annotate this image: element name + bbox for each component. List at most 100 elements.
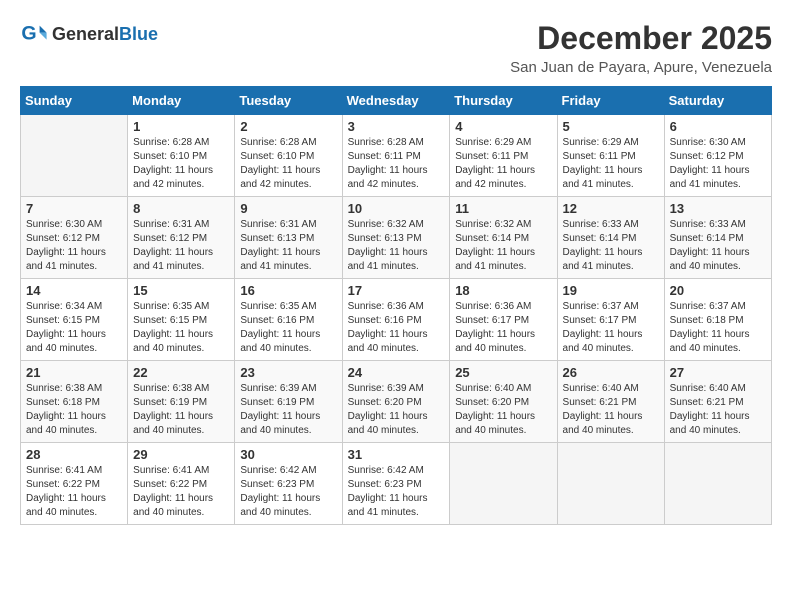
day-number: 11 [455,201,551,216]
calendar-cell [450,443,557,525]
day-number: 6 [670,119,766,134]
logo-icon: G [20,20,48,48]
calendar-cell: 29Sunrise: 6:41 AM Sunset: 6:22 PM Dayli… [128,443,235,525]
day-info: Sunrise: 6:29 AM Sunset: 6:11 PM Dayligh… [563,136,659,192]
calendar-week-row: 21Sunrise: 6:38 AM Sunset: 6:18 PM Dayli… [21,361,772,443]
location-title: San Juan de Payara, Apure, Venezuela [510,59,772,76]
calendar-cell [664,443,771,525]
calendar-week-row: 14 Sunrise: 6:34 AM Sunset: 6:15 PM Dayli… [21,279,772,361]
logo: G GeneralBlue [20,20,158,48]
page-header: G GeneralBlue December 2025 San Juan de … [20,20,772,76]
calendar-cell: 15 Sunrise: 6:35 AM Sunset: 6:15 PM Dayli… [128,279,235,361]
day-number: 26 [563,365,659,380]
calendar-cell: 31Sunrise: 6:42 AM Sunset: 6:23 PM Dayli… [342,443,450,525]
calendar-cell: 22 Sunrise: 6:38 AM Sunset: 6:19 PM Dayli… [128,361,235,443]
day-info: Sunrise: 6:28 AM Sunset: 6:10 PM Dayligh… [133,136,229,192]
calendar-cell: 16 Sunrise: 6:35 AM Sunset: 6:16 PM Dayli… [235,279,342,361]
day-info: Sunrise: 6:34 AM Sunset: 6:15 PM Dayligh… [26,300,122,356]
day-number: 27 [670,365,766,380]
day-info: Sunrise: 6:28 AM Sunset: 6:11 PM Dayligh… [348,136,445,192]
calendar-cell: 17 Sunrise: 6:36 AM Sunset: 6:16 PM Dayli… [342,279,450,361]
calendar-week-row: 7Sunrise: 6:30 AM Sunset: 6:12 PM Daylig… [21,197,772,279]
weekday-header: Tuesday [235,87,342,115]
day-info: Sunrise: 6:35 AM Sunset: 6:16 PM Dayligh… [240,300,336,356]
day-number: 4 [455,119,551,134]
calendar-cell: 24 Sunrise: 6:39 AM Sunset: 6:20 PM Dayli… [342,361,450,443]
calendar-header-row: SundayMondayTuesdayWednesdayThursdayFrid… [21,87,772,115]
day-number: 19 [563,283,659,298]
day-info: Sunrise: 6:38 AM Sunset: 6:19 PM Dayligh… [133,382,229,438]
day-info: Sunrise: 6:32 AM Sunset: 6:13 PM Dayligh… [348,218,445,274]
calendar-cell: 2 Sunrise: 6:28 AM Sunset: 6:10 PM Daylig… [235,115,342,197]
day-number: 22 [133,365,229,380]
weekday-header: Sunday [21,87,128,115]
day-number: 20 [670,283,766,298]
day-info: Sunrise: 6:35 AM Sunset: 6:15 PM Dayligh… [133,300,229,356]
day-info: Sunrise: 6:36 AM Sunset: 6:16 PM Dayligh… [348,300,445,356]
calendar-cell [557,443,664,525]
day-info: Sunrise: 6:32 AM Sunset: 6:14 PM Dayligh… [455,218,551,274]
day-info: Sunrise: 6:39 AM Sunset: 6:19 PM Dayligh… [240,382,336,438]
calendar-cell: 13 Sunrise: 6:33 AM Sunset: 6:14 PM Dayli… [664,197,771,279]
day-number: 12 [563,201,659,216]
weekday-header: Monday [128,87,235,115]
calendar-cell: 8Sunrise: 6:31 AM Sunset: 6:12 PM Daylig… [128,197,235,279]
day-number: 24 [348,365,445,380]
day-info: Sunrise: 6:40 AM Sunset: 6:21 PM Dayligh… [670,382,766,438]
day-info: Sunrise: 6:33 AM Sunset: 6:14 PM Dayligh… [670,218,766,274]
calendar-cell: 3 Sunrise: 6:28 AM Sunset: 6:11 PM Daylig… [342,115,450,197]
weekday-header: Saturday [664,87,771,115]
day-info: Sunrise: 6:42 AM Sunset: 6:23 PM Dayligh… [348,464,445,520]
day-info: Sunrise: 6:42 AM Sunset: 6:23 PM Dayligh… [240,464,336,520]
calendar-cell: 21Sunrise: 6:38 AM Sunset: 6:18 PM Dayli… [21,361,128,443]
calendar-cell: 23 Sunrise: 6:39 AM Sunset: 6:19 PM Dayli… [235,361,342,443]
weekday-header: Friday [557,87,664,115]
calendar-week-row: 1Sunrise: 6:28 AM Sunset: 6:10 PM Daylig… [21,115,772,197]
day-number: 2 [240,119,336,134]
calendar-cell: 27 Sunrise: 6:40 AM Sunset: 6:21 PM Dayli… [664,361,771,443]
calendar-cell: 25Sunrise: 6:40 AM Sunset: 6:20 PM Dayli… [450,361,557,443]
weekday-header: Wednesday [342,87,450,115]
day-info: Sunrise: 6:28 AM Sunset: 6:10 PM Dayligh… [240,136,336,192]
day-number: 16 [240,283,336,298]
day-number: 13 [670,201,766,216]
calendar-cell: 11 Sunrise: 6:32 AM Sunset: 6:14 PM Dayli… [450,197,557,279]
calendar-week-row: 28 Sunrise: 6:41 AM Sunset: 6:22 PM Dayli… [21,443,772,525]
day-info: Sunrise: 6:40 AM Sunset: 6:21 PM Dayligh… [563,382,659,438]
calendar-cell: 10Sunrise: 6:32 AM Sunset: 6:13 PM Dayli… [342,197,450,279]
day-number: 15 [133,283,229,298]
day-info: Sunrise: 6:31 AM Sunset: 6:13 PM Dayligh… [240,218,336,274]
calendar-cell: 12 Sunrise: 6:33 AM Sunset: 6:14 PM Dayli… [557,197,664,279]
month-title: December 2025 [510,20,772,57]
calendar-cell: 18Sunrise: 6:36 AM Sunset: 6:17 PM Dayli… [450,279,557,361]
day-number: 9 [240,201,336,216]
day-number: 8 [133,201,229,216]
weekday-header: Thursday [450,87,557,115]
logo-text: GeneralBlue [52,24,158,45]
day-number: 3 [348,119,445,134]
calendar-cell: 5 Sunrise: 6:29 AM Sunset: 6:11 PM Daylig… [557,115,664,197]
calendar-cell [21,115,128,197]
calendar-cell: 7Sunrise: 6:30 AM Sunset: 6:12 PM Daylig… [21,197,128,279]
day-number: 29 [133,447,229,462]
calendar-cell: 14 Sunrise: 6:34 AM Sunset: 6:15 PM Dayli… [21,279,128,361]
svg-text:G: G [21,23,36,45]
day-number: 5 [563,119,659,134]
calendar-cell: 4Sunrise: 6:29 AM Sunset: 6:11 PM Daylig… [450,115,557,197]
day-info: Sunrise: 6:37 AM Sunset: 6:18 PM Dayligh… [670,300,766,356]
day-info: Sunrise: 6:41 AM Sunset: 6:22 PM Dayligh… [26,464,122,520]
day-number: 18 [455,283,551,298]
calendar-cell: 6Sunrise: 6:30 AM Sunset: 6:12 PM Daylig… [664,115,771,197]
day-info: Sunrise: 6:33 AM Sunset: 6:14 PM Dayligh… [563,218,659,274]
day-number: 23 [240,365,336,380]
calendar-cell: 30 Sunrise: 6:42 AM Sunset: 6:23 PM Dayli… [235,443,342,525]
day-number: 28 [26,447,122,462]
day-info: Sunrise: 6:30 AM Sunset: 6:12 PM Dayligh… [26,218,122,274]
calendar-cell: 26 Sunrise: 6:40 AM Sunset: 6:21 PM Dayli… [557,361,664,443]
day-number: 14 [26,283,122,298]
day-number: 25 [455,365,551,380]
day-number: 30 [240,447,336,462]
calendar-table: SundayMondayTuesdayWednesdayThursdayFrid… [20,86,772,525]
day-number: 17 [348,283,445,298]
day-info: Sunrise: 6:39 AM Sunset: 6:20 PM Dayligh… [348,382,445,438]
